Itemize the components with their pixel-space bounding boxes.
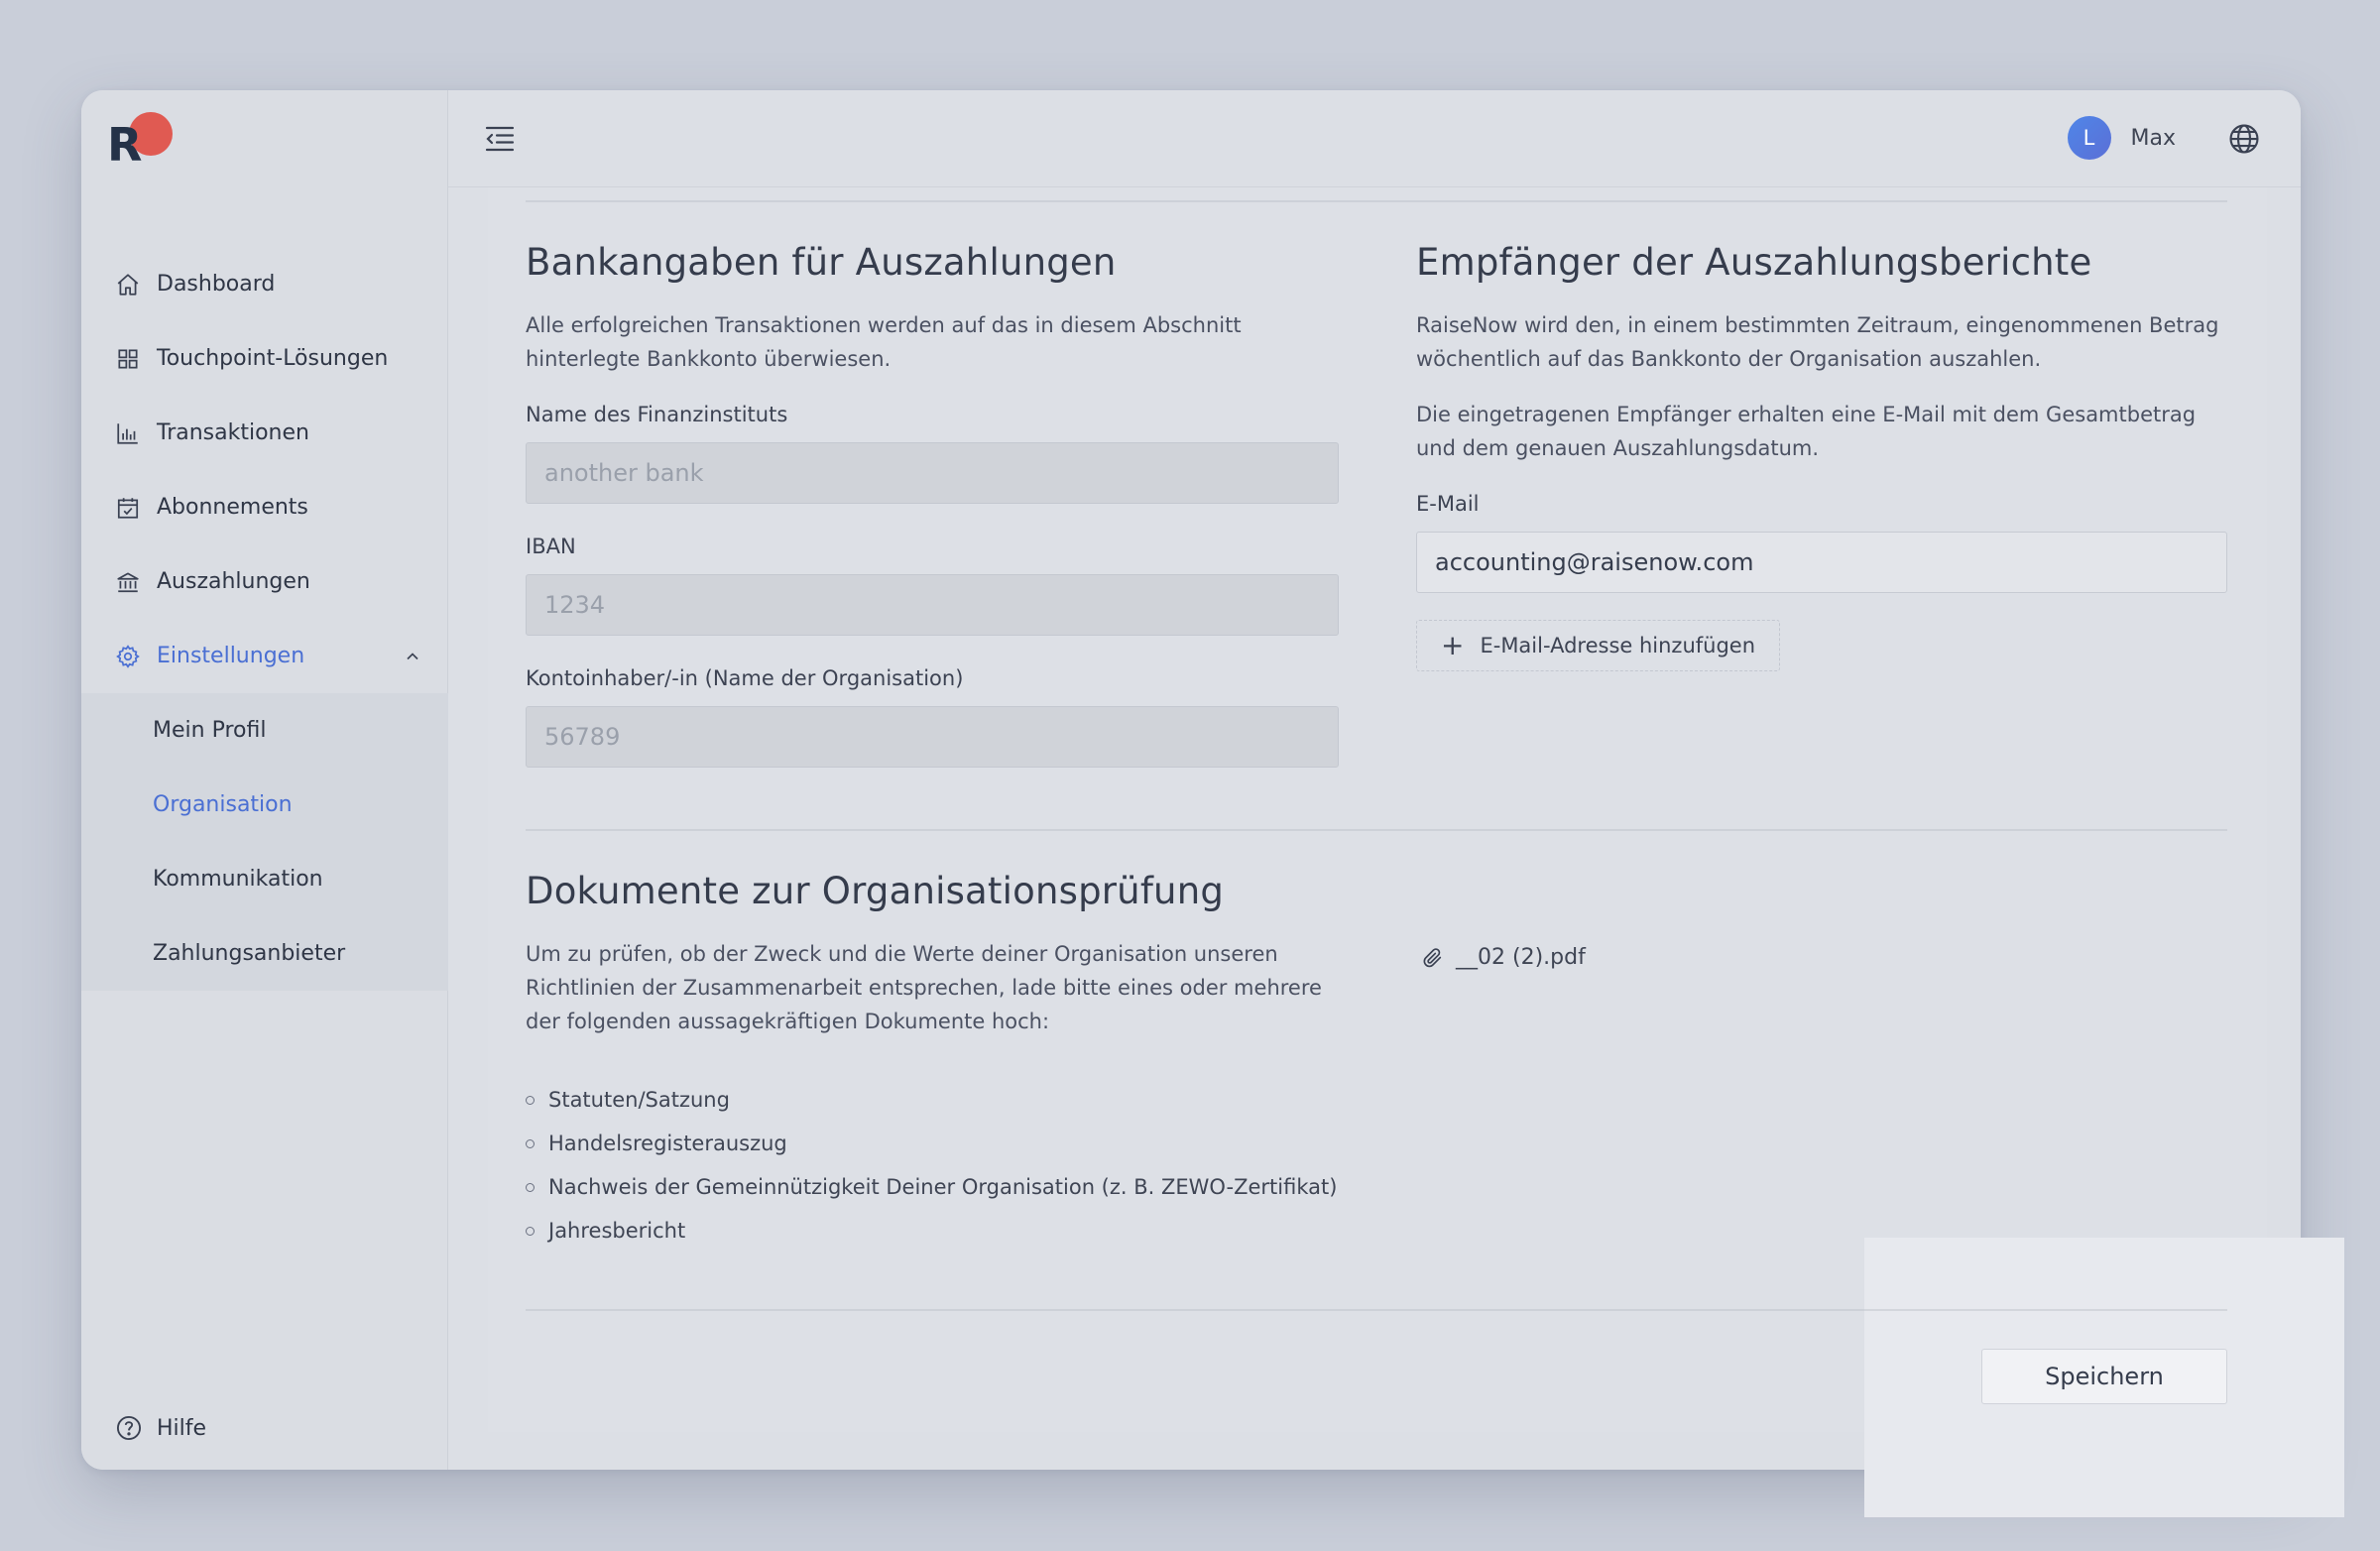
add-email-label: E-Mail-Adresse hinzufügen (1480, 634, 1756, 657)
top-bar: L Max (448, 90, 2301, 187)
sidebar-item-label: Einstellungen (157, 644, 305, 668)
list-item: Handelsregisterauszug (526, 1122, 1337, 1165)
sidebar-subitem-communication[interactable]: Kommunikation (81, 842, 448, 916)
sidebar-item-subscriptions[interactable]: Abonnements (81, 470, 448, 544)
user-menu[interactable]: L Max (2067, 116, 2176, 160)
bank-description: Alle erfolgreichen Transaktionen werden … (526, 313, 1242, 371)
documents-list: Statuten/Satzung Handelsregisterauszug N… (526, 1078, 1337, 1253)
bank-icon (117, 571, 139, 592)
logo[interactable]: R (107, 112, 173, 172)
list-item: Jahresbericht (526, 1209, 1337, 1253)
list-item-text: Statuten/Satzung (548, 1088, 730, 1112)
documents-section-title: Dokumente zur Organisationsprüfung (526, 870, 1225, 912)
avatar: L (2067, 116, 2111, 160)
documents-description: Um zu prüfen, ob der Zweck und die Werte… (526, 942, 1322, 1033)
save-button[interactable]: Speichern (1981, 1349, 2227, 1404)
sidebar-item-label: Transaktionen (157, 420, 309, 445)
sidebar-nav: Dashboard Touchpoint-Lösungen Transaktio… (81, 247, 448, 991)
gear-icon (116, 644, 140, 668)
save-divider (1864, 1309, 2227, 1311)
sidebar-item-label: Touchpoint-Lösungen (157, 346, 389, 371)
list-item-text: Jahresbericht (548, 1219, 686, 1243)
bullet-icon (526, 1138, 535, 1148)
add-email-button[interactable]: + E-Mail-Adresse hinzufügen (1416, 620, 1781, 671)
list-item: Nachweis der Gemeinnützigkeit Deiner Org… (526, 1165, 1337, 1209)
chevron-up-icon[interactable] (403, 647, 422, 666)
recipients-description-2: Die eingetragenen Empfänger erhalten ein… (1416, 403, 2197, 460)
sidebar-item-touchpoints[interactable]: Touchpoint-Lösungen (81, 321, 448, 396)
top-divider (526, 200, 2227, 202)
sidebar-item-payouts[interactable]: Auszahlungen (81, 544, 448, 619)
sidebar-subitem-payment-providers[interactable]: Zahlungsanbieter (81, 916, 448, 991)
paperclip-icon (1423, 947, 1442, 967)
institution-field[interactable]: another bank (526, 442, 1339, 504)
iban-field[interactable]: 1234 (526, 574, 1339, 636)
sidebar: R Dashboard Touchpoint-Lösungen Transakt… (81, 90, 448, 1470)
institution-label: Name des Finanzinstituts (526, 403, 788, 426)
sidebar-item-settings[interactable]: Einstellungen (81, 619, 448, 693)
sidebar-subitem-organisation[interactable]: Organisation (81, 768, 448, 842)
sidebar-subitem-profile[interactable]: Mein Profil (81, 693, 448, 768)
logo-letter: R (107, 118, 143, 172)
bank-section-title: Bankangaben für Auszahlungen (526, 241, 1117, 284)
settings-subnav: Mein Profil Organisation Kommunikation Z… (81, 693, 448, 991)
recipients-description-1: RaiseNow wird den, in einem bestimmten Z… (1416, 313, 2219, 371)
bullet-icon (526, 1182, 535, 1192)
bar-chart-icon (117, 422, 138, 444)
list-item-text: Handelsregisterauszug (548, 1132, 787, 1155)
grid-icon (118, 348, 138, 369)
file-name: __02 (2).pdf (1456, 945, 1586, 970)
help-label: Hilfe (157, 1415, 207, 1441)
section-divider (526, 829, 2227, 831)
sidebar-item-dashboard[interactable]: Dashboard (81, 247, 448, 321)
sidebar-item-transactions[interactable]: Transaktionen (81, 396, 448, 470)
holder-label: Kontoinhaber/-in (Name der Organisation) (526, 666, 964, 690)
home-icon (117, 273, 139, 296)
sidebar-item-label: Abonnements (157, 495, 308, 520)
bullet-icon (526, 1095, 535, 1105)
globe-icon[interactable] (2227, 122, 2261, 156)
plus-icon: + (1441, 629, 1465, 661)
user-name: Max (2130, 125, 2176, 151)
sidebar-item-label: Auszahlungen (157, 569, 310, 594)
help-link[interactable]: Hilfe (115, 1408, 206, 1448)
email-field[interactable]: accounting@raisenow.com (1416, 532, 2227, 593)
iban-label: IBAN (526, 535, 576, 558)
save-panel: Speichern (1864, 1238, 2344, 1517)
bottom-divider (526, 1309, 1946, 1311)
list-item: Statuten/Satzung (526, 1078, 1337, 1122)
bullet-icon (526, 1226, 535, 1236)
collapse-menu-icon[interactable] (484, 124, 516, 154)
recipients-section-title: Empfänger der Auszahlungsberichte (1416, 241, 2092, 284)
email-label: E-Mail (1416, 492, 1480, 516)
calendar-check-icon (117, 497, 139, 519)
sidebar-item-label: Dashboard (157, 272, 276, 297)
uploaded-file[interactable]: __02 (2).pdf (1422, 945, 1586, 970)
list-item-text: Nachweis der Gemeinnützigkeit Deiner Org… (548, 1175, 1338, 1199)
holder-field[interactable]: 56789 (526, 706, 1339, 768)
help-icon (116, 1415, 142, 1441)
